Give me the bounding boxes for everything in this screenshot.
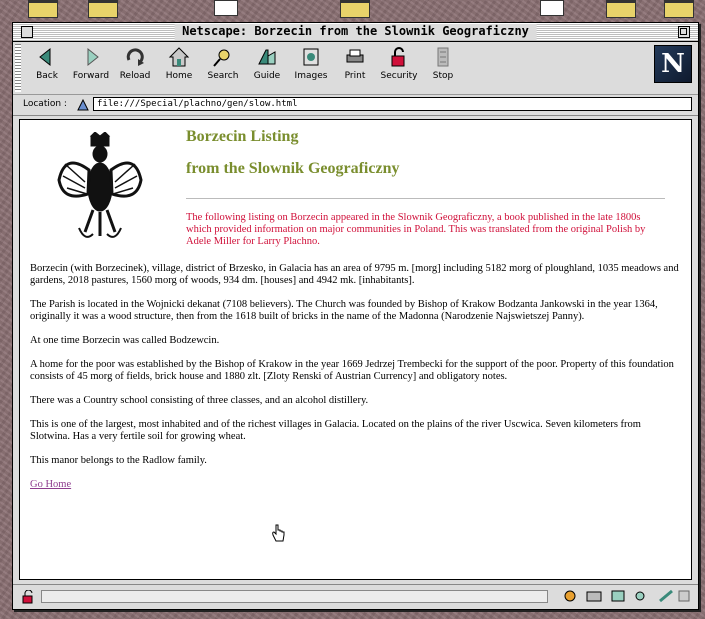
hand-pointer-cursor-icon <box>272 524 285 542</box>
page-subheading: from the Slownik Geograficzny <box>186 160 400 177</box>
images-icon <box>303 48 319 66</box>
images-label: Images <box>294 71 328 81</box>
search-label: Search <box>207 71 239 81</box>
component-bar <box>552 589 692 605</box>
navigator-component-icon[interactable] <box>562 589 578 603</box>
location-url-field[interactable]: file:///Special/plachno/gen/slow.html <box>93 97 692 111</box>
page-proxy-icon[interactable] <box>76 98 90 112</box>
mail-component-icon[interactable] <box>586 589 602 603</box>
security-status-icon[interactable] <box>21 590 35 604</box>
browser-window: Netscape: Borzecin from the Slownik Geog… <box>12 22 699 610</box>
title-bar[interactable]: Netscape: Borzecin from the Slownik Geog… <box>13 23 698 42</box>
paragraph-poor-home: A home for the poor was established by t… <box>30 359 674 382</box>
horizontal-rule <box>186 198 665 199</box>
back-arrow-icon <box>39 47 51 67</box>
desktop-folder-icon[interactable] <box>28 0 58 18</box>
reload-label: Reload <box>119 71 151 81</box>
close-box[interactable] <box>21 26 33 38</box>
resize-grip-icon[interactable] <box>678 589 690 603</box>
paragraph-former-name: At one time Borzecin was called Bodzewci… <box>30 335 220 346</box>
page-content: Borzecin Listing from the Slownik Geogra… <box>19 119 692 580</box>
window-title: Netscape: Borzecin from the Slownik Geog… <box>174 24 537 40</box>
stop-label: Stop <box>432 71 454 81</box>
forward-label: Forward <box>72 71 110 81</box>
status-bar <box>13 584 698 609</box>
print-button[interactable]: Print <box>333 46 377 81</box>
toolbar: Back Forward Reload Home Search Guide Im… <box>13 42 698 95</box>
article-body: Borzecin (with Borzecinek), village, dis… <box>30 263 679 503</box>
print-label: Print <box>344 71 366 81</box>
page-heading: Borzecin Listing <box>186 128 299 145</box>
print-icon <box>346 49 364 63</box>
status-text <box>41 590 548 603</box>
newsgroups-component-icon[interactable] <box>610 589 626 603</box>
guide-label: Guide <box>253 71 281 81</box>
search-icon <box>213 49 230 67</box>
toolbar-collapse-grip[interactable] <box>15 44 21 92</box>
desktop-folder-icon[interactable] <box>88 0 118 18</box>
back-button[interactable]: Back <box>25 46 69 81</box>
stop-button[interactable]: Stop <box>421 46 465 81</box>
paragraph-school: There was a Country school consisting of… <box>30 395 369 406</box>
home-icon <box>168 47 190 67</box>
security-label: Security <box>380 71 418 81</box>
forward-button[interactable]: Forward <box>69 46 113 81</box>
edit-component-icon[interactable] <box>658 589 674 603</box>
paragraph-area: Borzecin (with Borzecinek), village, dis… <box>30 263 679 286</box>
netscape-logo[interactable]: N <box>654 45 692 83</box>
guide-icon <box>258 49 276 65</box>
reload-icon <box>126 48 144 66</box>
desktop-document-icon[interactable] <box>214 0 238 16</box>
guide-button[interactable]: Guide <box>245 46 289 81</box>
intro-paragraph: The following listing on Borzecin appear… <box>186 212 646 247</box>
back-label: Back <box>36 71 58 81</box>
location-label: Location : <box>23 99 67 109</box>
paragraph-parish: The Parish is located in the Wojnicki de… <box>30 299 658 322</box>
security-lock-icon <box>391 47 405 67</box>
forward-arrow-icon <box>87 47 99 67</box>
security-button[interactable]: Security <box>377 46 421 81</box>
home-label: Home <box>165 71 193 81</box>
desktop-document-icon[interactable] <box>540 0 564 16</box>
composer-component-icon[interactable] <box>634 589 650 603</box>
search-button[interactable]: Search <box>201 46 245 81</box>
polish-eagle-image <box>57 132 143 238</box>
desktop-folder-icon[interactable] <box>606 0 636 18</box>
reload-button[interactable]: Reload <box>113 46 157 81</box>
location-bar: Location : file:///Special/plachno/gen/s… <box>13 95 698 116</box>
desktop-folder-icon[interactable] <box>340 0 370 18</box>
images-button[interactable]: Images <box>289 46 333 81</box>
go-home-link[interactable]: Go Home <box>30 479 71 490</box>
home-button[interactable]: Home <box>157 46 201 81</box>
paragraph-manor: This manor belongs to the Radlow family. <box>30 455 207 466</box>
stop-icon <box>437 47 449 67</box>
desktop-folder-icon[interactable] <box>664 0 694 18</box>
zoom-box[interactable] <box>678 26 690 38</box>
paragraph-village: This is one of the largest, most inhabit… <box>30 419 641 442</box>
